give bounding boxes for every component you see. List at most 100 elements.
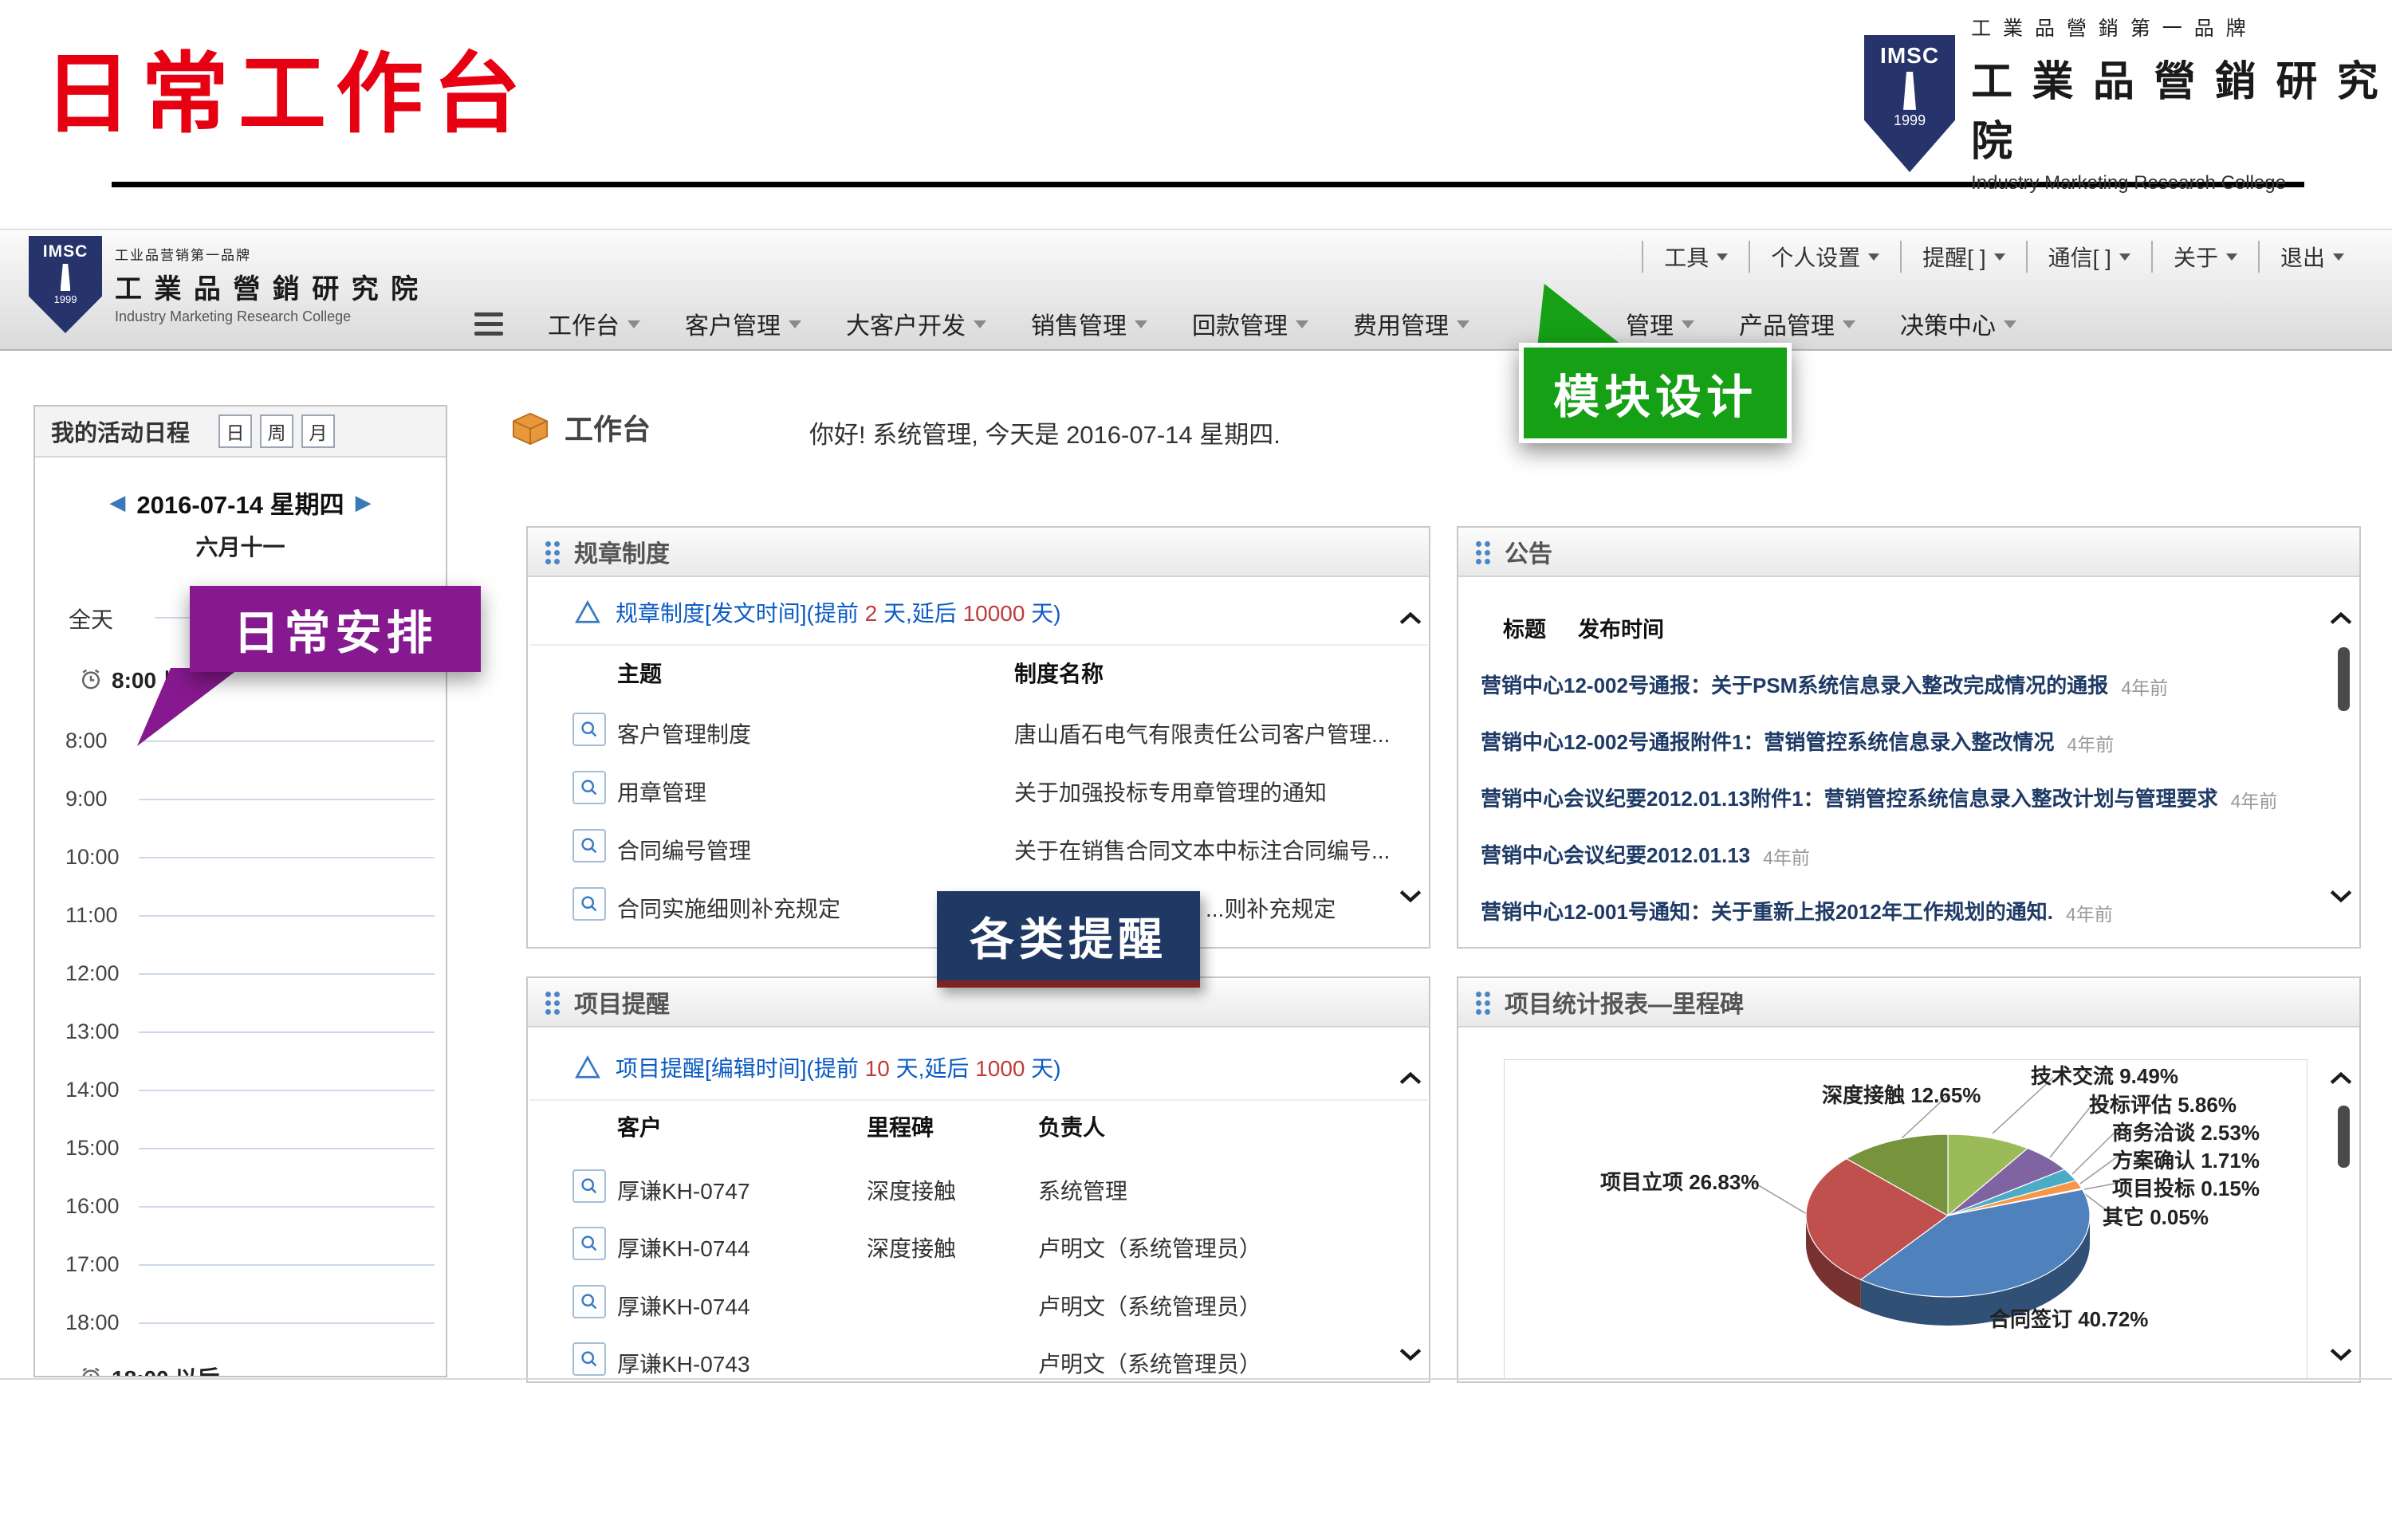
schedule-hour-row[interactable]: 12:00 — [35, 960, 446, 1018]
column-header-title: 标题 — [1503, 612, 1546, 643]
menu-label: 通信[ ] — [2048, 241, 2111, 273]
scroll-down-icon[interactable] — [1399, 888, 1422, 904]
project-row[interactable]: 厚谦KH-0744 卢明文（系统管理员） — [528, 1279, 1394, 1334]
magnifier-icon[interactable] — [572, 1227, 606, 1260]
nav-item-decision-center[interactable]: 决策中心 — [1900, 306, 2016, 341]
project-row[interactable]: 厚谦KH-0744 深度接触 卢明文（系统管理员） — [528, 1220, 1394, 1276]
announcement-title[interactable]: 营销中心12-001号通知：关于重新上报2012年工作规划的通知. — [1481, 896, 2053, 925]
chevron-down-icon — [1682, 320, 1694, 335]
magnifier-icon[interactable] — [572, 713, 606, 746]
schedule-hour-row[interactable]: 14:00 — [35, 1076, 446, 1134]
announcement-row[interactable]: 营销中心12-002号通报：关于PSM系统信息录入整改完成情况的通报 4年前 — [1481, 670, 2305, 721]
scroll-up-icon[interactable] — [1399, 611, 1422, 627]
magnifier-icon[interactable] — [572, 771, 606, 804]
view-week-button[interactable]: 周 — [260, 414, 293, 448]
magnifier-icon[interactable] — [572, 1285, 606, 1318]
rule-name[interactable]: 关于加强投标专用章管理的通知 — [1014, 776, 1327, 807]
next-day-arrow[interactable]: ▶ — [356, 490, 372, 515]
rule-name[interactable]: ...则补充规定 — [1206, 892, 1336, 924]
hour-line — [139, 741, 435, 742]
announcements-panel-header: 公告 — [1458, 528, 2359, 577]
prev-day-arrow[interactable]: ◀ — [109, 490, 125, 515]
rules-row[interactable]: 用章管理 关于加强投标专用章管理的通知 — [528, 764, 1394, 820]
column-header-subject: 主题 — [617, 657, 662, 689]
nav-item-partially-covered[interactable]: 管理 — [1626, 306, 1694, 341]
nav-item-sales-mgmt[interactable]: 销售管理 — [1031, 306, 1147, 341]
hour-line — [139, 1322, 435, 1324]
rules-row[interactable]: 客户管理制度 唐山盾石电气有限责任公司客户管理... — [528, 706, 1394, 762]
scroll-up-icon[interactable] — [2329, 1071, 2353, 1086]
hour-label: 15:00 — [65, 1134, 139, 1161]
schedule-hour-row[interactable]: 16:00 — [35, 1192, 446, 1251]
view-month-button[interactable]: 月 — [301, 414, 335, 448]
nav-item-workbench[interactable]: 工作台 — [548, 306, 640, 341]
chevron-down-icon — [2004, 320, 2016, 335]
magnifier-icon[interactable] — [572, 1342, 606, 1376]
schedule-hour-row[interactable]: 11:00 — [35, 902, 446, 960]
nav-item-payment-mgmt[interactable]: 回款管理 — [1192, 306, 1308, 341]
schedule-hour-row[interactable]: 8:00 — [35, 727, 446, 785]
scrollbar-thumb[interactable] — [2338, 647, 2350, 711]
scroll-down-icon[interactable] — [2329, 1346, 2353, 1362]
after-hours-row[interactable]: 18:00 以后 — [35, 1361, 446, 1377]
schedule-panel: 我的活动日程 日 周 月 ◀ 2016-07-14 星期四 ▶ 六月十一 全天 … — [33, 405, 447, 1377]
project-customer[interactable]: 厚谦KH-0744 — [617, 1232, 750, 1263]
nav-item-key-account[interactable]: 大客户开发 — [846, 306, 986, 341]
rule-subject[interactable]: 客户管理制度 — [617, 717, 751, 749]
project-customer[interactable]: 厚谦KH-0744 — [617, 1290, 750, 1322]
scroll-up-icon[interactable] — [1399, 1071, 1422, 1086]
menu-reminders[interactable]: 提醒[ ] — [1900, 241, 2025, 273]
project-row[interactable]: 厚谦KH-0747 深度接触 系统管理 — [528, 1163, 1394, 1219]
view-day-button[interactable]: 日 — [218, 414, 252, 448]
nav-item-customer-mgmt[interactable]: 客户管理 — [685, 306, 801, 341]
project-customer[interactable]: 厚谦KH-0743 — [617, 1347, 750, 1379]
announcement-row[interactable]: 营销中心12-001号通知：关于重新上报2012年工作规划的通知. 4年前 — [1481, 896, 2305, 947]
menu-tools[interactable]: 工具 — [1642, 241, 1749, 273]
hamburger-menu-icon[interactable] — [474, 312, 503, 336]
schedule-hour-row[interactable]: 18:00 — [35, 1309, 446, 1367]
lunar-date: 六月十一 — [35, 530, 446, 562]
rules-reminder-link[interactable]: 规章制度[发文时间](提前 2 天,延后 10000 天) — [574, 596, 1061, 628]
app-logo: IMSC 1999 工业品营销第一品牌 工 業 品 營 銷 研 究 院 Indu… — [29, 236, 420, 333]
magnifier-icon[interactable] — [572, 1169, 606, 1203]
menu-logout[interactable]: 退出 — [2258, 241, 2365, 273]
schedule-hour-row[interactable]: 17:00 — [35, 1251, 446, 1309]
menu-messages[interactable]: 通信[ ] — [2026, 241, 2151, 273]
project-customer[interactable]: 厚谦KH-0747 — [617, 1174, 750, 1206]
announcement-title[interactable]: 营销中心12-002号通报：关于PSM系统信息录入整改完成情况的通报 — [1481, 670, 2108, 699]
projects-reminder-link[interactable]: 项目提醒[编辑时间](提前 10 天,延后 1000 天) — [574, 1051, 1061, 1083]
announcement-row[interactable]: 营销中心会议纪要2012.01.13 4年前 — [1481, 839, 2305, 890]
project-row[interactable]: 厚谦KH-0743 卢明文（系统管理员） — [528, 1336, 1394, 1392]
schedule-hour-row[interactable]: 15:00 — [35, 1134, 446, 1192]
announcement-title[interactable]: 营销中心会议纪要2012.01.13附件1：营销管控系统信息录入整改计划与管理要… — [1481, 783, 2218, 812]
schedule-hour-row[interactable]: 9:00 — [35, 785, 446, 843]
schedule-hour-row[interactable]: 10:00 — [35, 843, 446, 902]
rule-name[interactable]: 关于在销售合同文本中标注合同编号... — [1014, 834, 1390, 866]
chevron-down-icon — [1843, 320, 1855, 335]
scroll-down-icon[interactable] — [2329, 888, 2353, 904]
announcements-panel: 公告 标题 发布时间 营销中心12-002号通报：关于PSM系统信息录入整改完成… — [1457, 526, 2361, 949]
menu-personal-settings[interactable]: 个人设置 — [1749, 241, 1900, 273]
announcement-time: 4年前 — [2231, 783, 2278, 813]
nav-item-expense-mgmt[interactable]: 费用管理 — [1353, 306, 1469, 341]
magnifier-icon[interactable] — [572, 829, 606, 862]
rule-subject[interactable]: 合同实施细则补充规定 — [617, 892, 840, 924]
announcement-title[interactable]: 营销中心12-002号通报附件1：营销管控系统信息录入整改情况 — [1481, 726, 2054, 756]
rule-name[interactable]: 唐山盾石电气有限责任公司客户管理... — [1014, 717, 1390, 749]
menu-about[interactable]: 关于 — [2151, 241, 2258, 273]
annotation-daily-schedule: 日常安排 — [190, 586, 481, 672]
nav-item-product-mgmt[interactable]: 产品管理 — [1739, 306, 1855, 341]
scroll-down-icon[interactable] — [1399, 1346, 1422, 1362]
pie-slice-label: 合同签订 40.72% — [1989, 1303, 2148, 1333]
rules-row[interactable]: 合同编号管理 关于在销售合同文本中标注合同编号... — [528, 823, 1394, 878]
column-header-customer: 客户 — [617, 1110, 662, 1142]
schedule-hour-row[interactable]: 13:00 — [35, 1018, 446, 1076]
magnifier-icon[interactable] — [572, 887, 606, 921]
rule-subject[interactable]: 合同编号管理 — [617, 834, 751, 866]
scrollbar-thumb[interactable] — [2338, 1106, 2350, 1168]
announcement-title[interactable]: 营销中心会议纪要2012.01.13 — [1481, 839, 1750, 869]
scroll-up-icon[interactable] — [2329, 611, 2353, 627]
announcement-row[interactable]: 营销中心12-002号通报附件1：营销管控系统信息录入整改情况 4年前 — [1481, 726, 2305, 777]
announcement-row[interactable]: 营销中心会议纪要2012.01.13附件1：营销管控系统信息录入整改计划与管理要… — [1481, 783, 2305, 834]
rule-subject[interactable]: 用章管理 — [617, 776, 706, 807]
